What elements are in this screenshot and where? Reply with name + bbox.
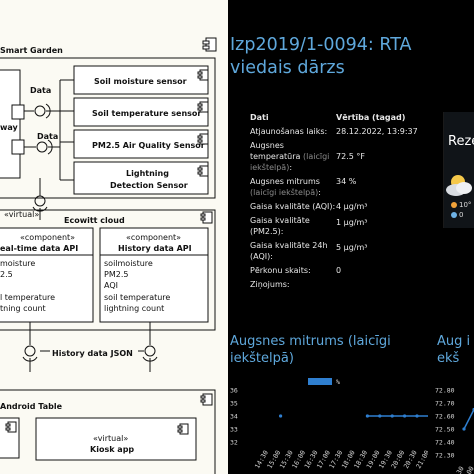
- soil-temperature-sensor-label: Soil temperature sensor: [92, 109, 201, 118]
- kiosk-app-label: Kiosk app: [90, 445, 134, 454]
- y-tick-label: 72.80: [435, 387, 455, 395]
- data-table: Dati Vērtība (tagad) Atjaunošanas laiks:…: [250, 112, 435, 290]
- data-label-1: Data: [30, 86, 51, 95]
- table-row: Gaisa kvalitāte (AQI): 4 μg/m³: [250, 201, 435, 212]
- history-field: AQI: [104, 281, 118, 290]
- virtual-stereotype: «virtual»: [4, 210, 39, 219]
- row-value: 4 μg/m³: [336, 202, 368, 211]
- component-icon: [202, 37, 217, 52]
- realtime-field: tning count: [0, 304, 46, 313]
- lightning-sensor-label-1: Lightning: [126, 169, 169, 178]
- history-json-label: History data JSON: [52, 349, 133, 358]
- row-key-text: Augsnes temperatūra: [250, 141, 301, 161]
- table-row: Augsnes mitrums (laicīgi iekštelpā): 34 …: [250, 176, 435, 198]
- row-value: 1 μg/m³: [336, 218, 368, 227]
- lightning-sensor-label-2: Detection Sensor: [110, 181, 188, 190]
- row-value: 0: [336, 266, 342, 275]
- row-value: 5 μg/m³: [336, 243, 368, 252]
- y-tick-label: 34: [230, 413, 238, 421]
- y-tick-label: 32: [230, 439, 238, 447]
- row-value: [336, 279, 435, 290]
- y-tick-label: 33: [230, 426, 238, 434]
- history-field: PM2.5: [104, 270, 128, 279]
- soil-moisture-sensor-label: Soil moisture sensor: [94, 77, 187, 86]
- row-key: Pērkonu skaits:: [250, 266, 311, 275]
- moisture-chart: % 363534333214:3015:0015:3016:0016:3017:…: [230, 378, 428, 470]
- dashboard: Izp2019/1-0094: RTA viedais dārzs Dati V…: [228, 0, 474, 474]
- history-api-label: History data API: [118, 244, 192, 253]
- page-title: Izp2019/1-0094: RTA viedais dārzs: [230, 35, 412, 78]
- column-header-key: Dati: [250, 113, 269, 122]
- section-title-moisture: Augsnes mitrums (laicīgi iekštelpā): [230, 334, 391, 366]
- row-value: 34 %: [336, 177, 357, 186]
- row-key: Atjaunošanas laiks:: [250, 127, 328, 136]
- row-key: Gaisa kvalitāte 24h (AQI):: [250, 241, 328, 261]
- history-field: soilmoisture: [104, 259, 153, 268]
- weather-drop: 0: [459, 211, 464, 219]
- y-tick-label: 72.40: [435, 439, 455, 447]
- row-key: Gaisa kvalitāte (PM2.5):: [250, 216, 310, 236]
- y-tick-label: 72.70: [435, 400, 455, 408]
- column-header-value: Vērtība (tagad): [336, 113, 406, 122]
- data-point: [279, 414, 283, 418]
- data-label-2: Data: [37, 132, 58, 141]
- row-key-end: :: [289, 163, 293, 172]
- weather-widget[interactable]: Reze 10° 0: [443, 112, 474, 228]
- legend-swatch: [308, 378, 332, 385]
- series-line: [463, 409, 474, 430]
- table-row: Gaisa kvalitāte (PM2.5): 1 μg/m³: [250, 215, 435, 237]
- y-tick-label: 36: [230, 387, 238, 395]
- kiosk-stereotype: «virtual»: [93, 434, 128, 443]
- realtime-stereotype: «component»: [20, 233, 75, 242]
- diagram-canvas: Smart Garden way Data Data Soil moisture…: [0, 37, 217, 474]
- realtime-field: moisture: [0, 259, 35, 268]
- realtime-api-label: eal-time data API: [0, 244, 78, 253]
- y-tick-label: 35: [230, 400, 238, 408]
- y-tick-label: 72.30: [435, 452, 455, 460]
- history-field: lightning count: [104, 304, 164, 313]
- row-value: 72.5 °F: [336, 152, 365, 161]
- table-header: Dati Vērtība (tagad): [250, 112, 435, 123]
- row-value: 28.12.2022, 13:9:37: [336, 127, 418, 136]
- row-key: Ziņojums:: [250, 280, 290, 289]
- smart-garden-label: Smart Garden: [0, 46, 63, 55]
- legend-label: %: [336, 378, 340, 386]
- weather-title: Reze: [448, 134, 474, 149]
- weather-temp: 10°: [459, 201, 472, 209]
- row-key: Gaisa kvalitāte (AQI):: [250, 202, 336, 211]
- ecowitt-cloud-label: Ecowitt cloud: [64, 216, 125, 225]
- row-key-note: (laicīgi iekštelpā): [250, 188, 319, 197]
- gateway-label: way: [0, 123, 19, 132]
- history-field: soil temperature: [104, 293, 170, 302]
- table-row: Pērkonu skaits: 0: [250, 265, 435, 276]
- row-key: Augsnes temperatūra (laicīgi iekštelpā):: [250, 140, 336, 173]
- android-table-label: Android Table: [0, 402, 63, 411]
- table-row: Atjaunošanas laiks: 28.12.2022, 13:9:37: [250, 126, 435, 137]
- row-key-end: :: [318, 188, 321, 197]
- temperature-chart: 72.8072.7072.6072.5072.4072.3014:3015:00: [435, 387, 474, 474]
- deployment-diagram: Smart Garden way Data Data Soil moisture…: [0, 0, 228, 474]
- y-tick-label: 72.50: [435, 426, 455, 434]
- row-key-text: Augsnes mitrums: [250, 177, 320, 186]
- pm25-sensor-label: PM2.5 Air Quality Sensor: [92, 141, 205, 150]
- row-key: Augsnes mitrums (laicīgi iekštelpā):: [250, 176, 336, 198]
- section-title-right: Aug iekš: [437, 334, 471, 366]
- table-row: Augsnes temperatūra (laicīgi iekštelpā):…: [250, 140, 435, 173]
- history-stereotype: «component»: [126, 233, 181, 242]
- table-row: Ziņojums:: [250, 279, 435, 290]
- y-tick-label: 72.60: [435, 413, 455, 421]
- table-row: Gaisa kvalitāte 24h (AQI): 5 μg/m³: [250, 240, 435, 262]
- realtime-field: 2.5: [0, 270, 13, 279]
- realtime-field: l temperature: [0, 293, 55, 302]
